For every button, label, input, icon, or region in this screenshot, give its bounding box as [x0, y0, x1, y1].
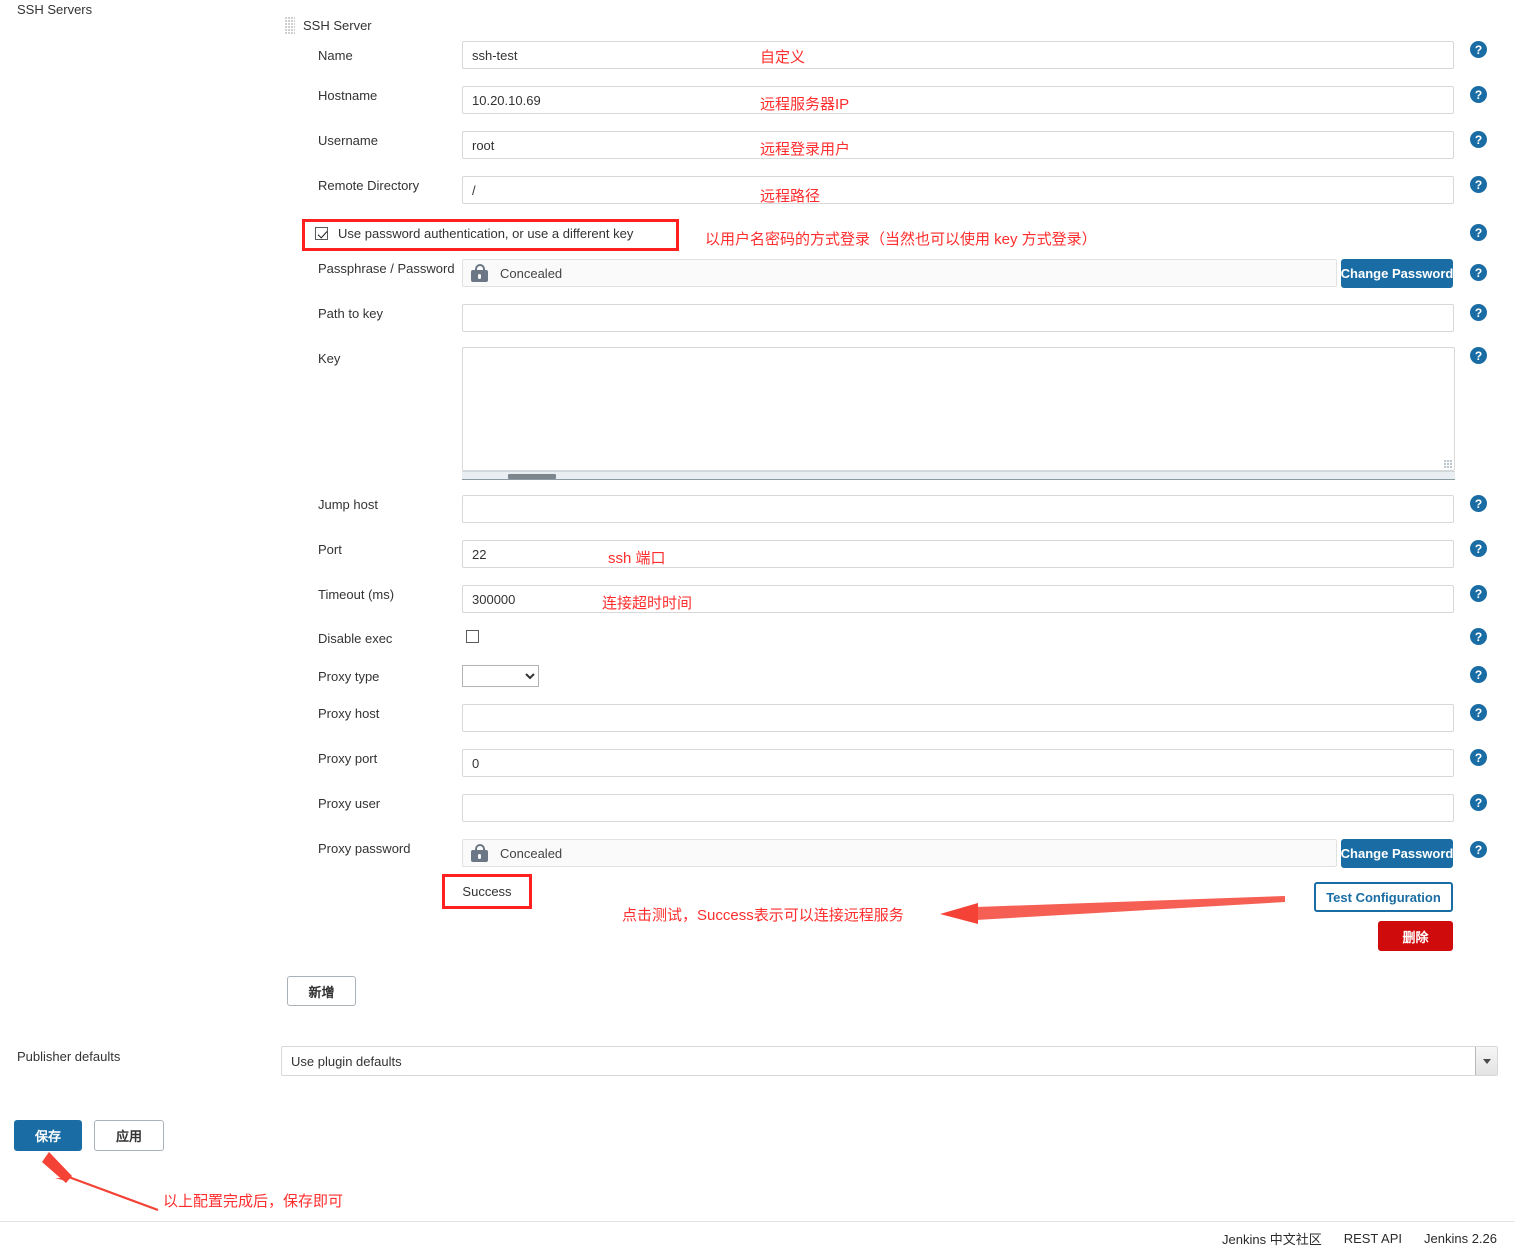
help-icon-disable-exec[interactable]: ?	[1470, 628, 1487, 645]
username-label: Username	[318, 133, 378, 148]
publisher-defaults-label: Publisher defaults	[17, 1049, 121, 1064]
ssh-server-block-title: SSH Server	[303, 18, 372, 33]
proxy-port-input[interactable]	[462, 749, 1454, 777]
page-footer: Jenkins 中文社区 REST API Jenkins 2.26	[0, 1221, 1515, 1255]
textarea-resize-grip[interactable]	[1444, 460, 1453, 469]
help-icon-username[interactable]: ?	[1470, 131, 1487, 148]
use-password-auth-label: Use password authentication, or use a di…	[338, 226, 634, 241]
username-input[interactable]	[462, 131, 1454, 159]
drag-grip-icon[interactable]	[285, 17, 295, 34]
proxy-user-input[interactable]	[462, 794, 1454, 822]
disable-exec-checkbox[interactable]	[466, 630, 479, 646]
annotation-arrow-save	[42, 1152, 159, 1212]
proxy-password-label: Proxy password	[318, 841, 411, 856]
checkbox-box[interactable]	[315, 227, 328, 240]
publisher-defaults-value: Use plugin defaults	[291, 1053, 402, 1069]
help-icon-proxy-user[interactable]: ?	[1470, 794, 1487, 811]
hostname-label: Hostname	[318, 88, 378, 103]
annotation-password-auth: 以用户名密码的方式登录（当然也可以使用 key 方式登录）	[705, 231, 1097, 248]
footer-community-link[interactable]: Jenkins 中文社区	[1222, 1229, 1322, 1248]
use-password-auth-checkbox[interactable]	[315, 227, 328, 243]
change-password-button-passphrase[interactable]: Change Password	[1341, 259, 1453, 288]
name-label: Name	[318, 48, 353, 63]
timeout-label: Timeout (ms)	[318, 587, 395, 602]
lock-icon	[471, 264, 488, 282]
annotation-save: 以上配置完成后，保存即可	[163, 1193, 344, 1210]
annotation-arrow-test	[940, 896, 1285, 924]
chevron-down-icon[interactable]	[1475, 1047, 1497, 1075]
delete-ssh-server-button[interactable]: 删除	[1378, 921, 1453, 951]
name-input[interactable]	[462, 41, 1454, 69]
proxy-host-label: Proxy host	[318, 706, 380, 721]
help-icon-proxy-port[interactable]: ?	[1470, 749, 1487, 766]
help-icon-passphrase[interactable]: ?	[1470, 264, 1487, 281]
lock-icon	[471, 844, 488, 862]
proxy-user-label: Proxy user	[318, 796, 381, 811]
path-to-key-input[interactable]	[462, 304, 1454, 332]
hostname-input[interactable]	[462, 86, 1454, 114]
save-button[interactable]: 保存	[14, 1120, 82, 1151]
proxy-port-label: Proxy port	[318, 751, 378, 766]
annotation-port: ssh 端口	[608, 550, 666, 567]
apply-button[interactable]: 应用	[94, 1120, 164, 1151]
help-icon-key[interactable]: ?	[1470, 347, 1487, 364]
path-to-key-label: Path to key	[318, 306, 384, 321]
help-icon-name[interactable]: ?	[1470, 41, 1487, 58]
key-label: Key	[318, 351, 341, 366]
proxy-host-input[interactable]	[462, 704, 1454, 732]
annotation-username: 远程登录用户	[760, 141, 851, 158]
help-icon-proxy-type[interactable]: ?	[1470, 666, 1487, 683]
port-label: Port	[318, 542, 342, 557]
test-configuration-button[interactable]: Test Configuration	[1314, 882, 1453, 912]
passphrase-field: Concealed	[462, 259, 1337, 287]
passphrase-label: Passphrase / Password	[318, 261, 455, 276]
jump-host-input[interactable]	[462, 495, 1454, 523]
passphrase-value: Concealed	[500, 265, 563, 281]
annotation-test: 点击测试，Success表示可以连接远程服务	[622, 907, 904, 924]
help-icon-proxy-password[interactable]: ?	[1470, 841, 1487, 858]
help-icon-password-auth[interactable]: ?	[1470, 224, 1487, 241]
annotation-timeout: 连接超时时间	[602, 595, 693, 612]
jump-host-label: Jump host	[318, 497, 378, 512]
ssh-server-block-header: SSH Server	[285, 17, 372, 34]
checkbox-box[interactable]	[466, 630, 479, 643]
footer-version: Jenkins 2.26	[1424, 1231, 1497, 1246]
key-horizontal-scrollbar[interactable]	[462, 471, 1455, 480]
footer-rest-api-link[interactable]: REST API	[1344, 1231, 1402, 1246]
proxy-password-value: Concealed	[500, 845, 563, 861]
proxy-type-select[interactable]	[462, 665, 539, 687]
help-icon-port[interactable]: ?	[1470, 540, 1487, 557]
page-section-title: SSH Servers	[17, 2, 93, 17]
remote-directory-input[interactable]	[462, 176, 1454, 204]
change-password-button-proxy[interactable]: Change Password	[1341, 839, 1453, 868]
help-icon-hostname[interactable]: ?	[1470, 86, 1487, 103]
key-textarea[interactable]	[462, 347, 1455, 471]
help-icon-path-to-key[interactable]: ?	[1470, 304, 1487, 321]
help-icon-jump-host[interactable]: ?	[1470, 495, 1487, 512]
disable-exec-label: Disable exec	[318, 631, 393, 646]
help-icon-proxy-host[interactable]: ?	[1470, 704, 1487, 721]
annotation-hostname: 远程服务器IP	[760, 96, 850, 113]
scrollbar-thumb[interactable]	[508, 474, 556, 479]
annotation-remote-directory: 远程路径	[760, 188, 821, 205]
proxy-type-label: Proxy type	[318, 669, 380, 684]
jenkins-ssh-servers-config-page: SSH Servers SSH Server Name 自定义 ? Hostna…	[0, 0, 1515, 1255]
publisher-defaults-select[interactable]: Use plugin defaults	[281, 1046, 1498, 1076]
test-result-status: Success	[442, 874, 532, 909]
proxy-password-field: Concealed	[462, 839, 1337, 867]
annotation-name: 自定义	[760, 49, 806, 66]
help-icon-timeout[interactable]: ?	[1470, 585, 1487, 602]
remote-directory-label: Remote Directory	[318, 178, 420, 193]
add-ssh-server-button[interactable]: 新增	[287, 976, 356, 1006]
help-icon-remote-directory[interactable]: ?	[1470, 176, 1487, 193]
